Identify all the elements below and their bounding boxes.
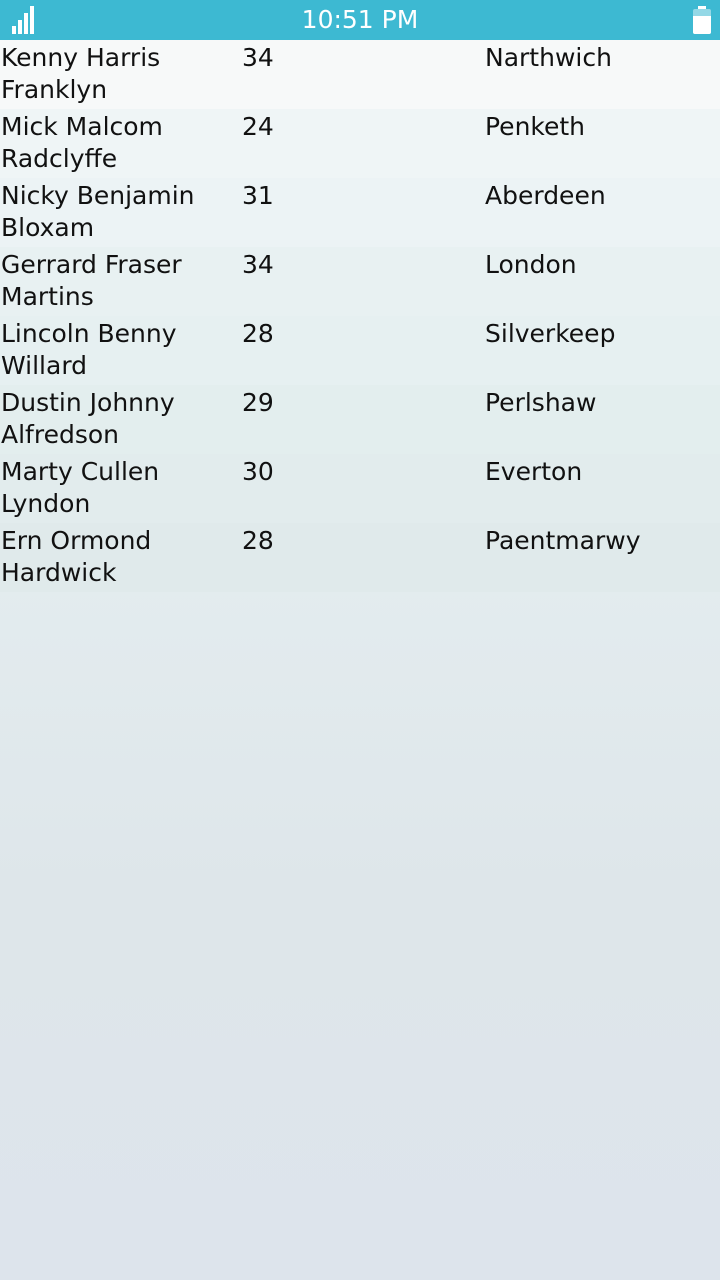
- list-item[interactable]: Dustin Johnny Alfredson 29 Perlshaw: [0, 385, 720, 454]
- list-item[interactable]: Kenny Harris Franklyn 34 Narthwich: [0, 40, 720, 109]
- person-name: Kenny Harris Franklyn: [1, 43, 161, 104]
- person-city: Perlshaw: [485, 388, 597, 417]
- list-item[interactable]: Mick Malcom Radclyffe 24 Penketh: [0, 109, 720, 178]
- person-age: 31: [242, 181, 274, 210]
- person-age: 24: [242, 112, 274, 141]
- status-clock: 10:51 PM: [301, 5, 419, 34]
- list-item[interactable]: Gerrard Fraser Martins 34 London: [0, 247, 720, 316]
- person-age: 34: [242, 43, 274, 72]
- person-age: 28: [242, 319, 274, 348]
- list-item[interactable]: Lincoln Benny Willard 28 Silverkeep: [0, 316, 720, 385]
- person-name: Mick Malcom Radclyffe: [1, 112, 163, 173]
- person-age: 30: [242, 457, 274, 486]
- person-age: 29: [242, 388, 274, 417]
- list-item[interactable]: Ern Ormond Hardwick 28 Paentmarwy: [0, 523, 720, 592]
- person-city: Narthwich: [485, 43, 612, 72]
- person-age: 34: [242, 250, 274, 279]
- status-bar: 10:51 PM: [0, 0, 720, 40]
- list-item[interactable]: Marty Cullen Lyndon 30 Everton: [0, 454, 720, 523]
- person-name: Lincoln Benny Willard: [1, 319, 177, 380]
- people-list: Kenny Harris Franklyn 34 Narthwich Mick …: [0, 40, 720, 592]
- person-city: Aberdeen: [485, 181, 606, 210]
- person-name: Ern Ormond Hardwick: [1, 526, 152, 587]
- person-city: Everton: [485, 457, 583, 486]
- list-item[interactable]: Nicky Benjamin Bloxam 31 Aberdeen: [0, 178, 720, 247]
- person-name: Dustin Johnny Alfredson: [1, 388, 175, 449]
- person-name: Marty Cullen Lyndon: [1, 457, 160, 518]
- person-age: 28: [242, 526, 274, 555]
- person-city: Silverkeep: [485, 319, 616, 348]
- person-city: Paentmarwy: [485, 526, 641, 555]
- battery-icon: [693, 6, 711, 34]
- person-city: Penketh: [485, 112, 586, 141]
- person-name: Gerrard Fraser Martins: [1, 250, 182, 311]
- person-city: London: [485, 250, 577, 279]
- person-name: Nicky Benjamin Bloxam: [1, 181, 195, 242]
